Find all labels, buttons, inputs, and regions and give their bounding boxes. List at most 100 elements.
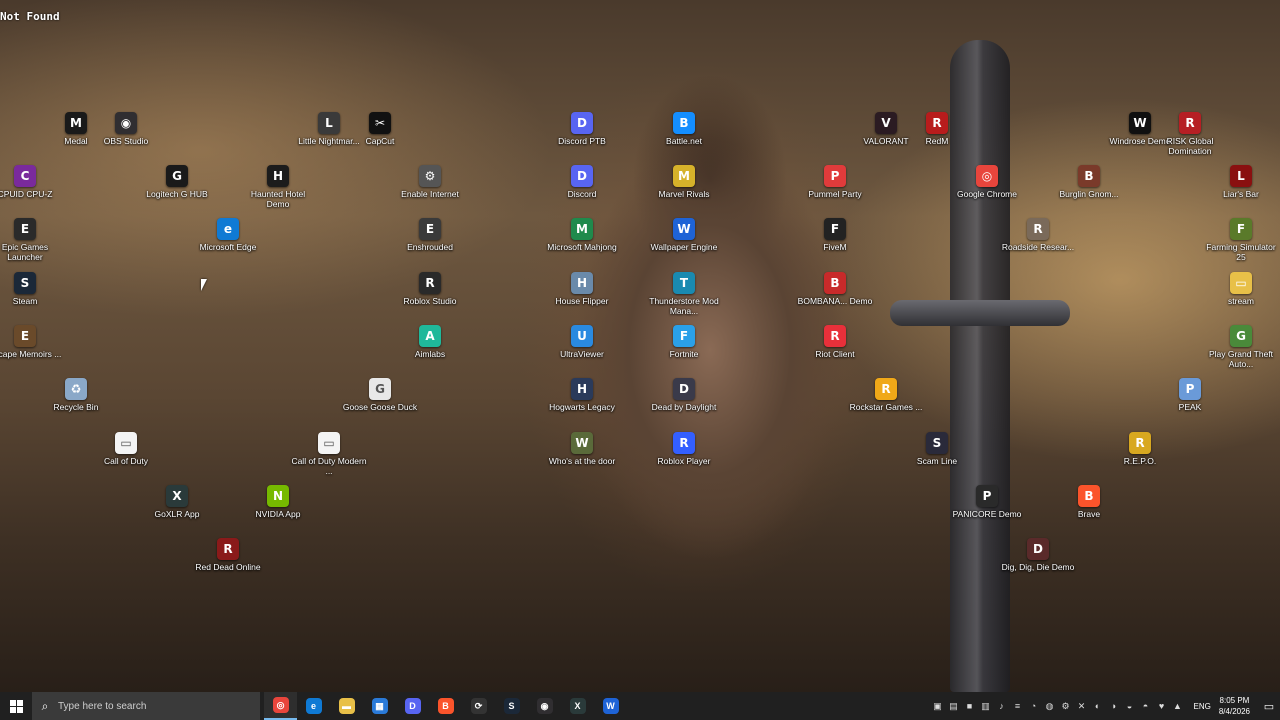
taskbar-goxlr-button[interactable]: X	[561, 692, 594, 720]
desktop-icon[interactable]: E Epic Games Launcher	[0, 218, 63, 262]
desktop-icon[interactable]: D Dead by Daylight	[646, 378, 722, 412]
tray-icon[interactable]: ◑	[1106, 692, 1122, 720]
desktop-icon-label: RISK Global Domination	[1166, 136, 1214, 156]
desktop-icon-label: GoXLR App	[154, 509, 200, 519]
tray-icon[interactable]: ♥	[1154, 692, 1170, 720]
desktop-icon[interactable]: A Aimlabs	[392, 325, 468, 359]
app-icon: W	[571, 432, 593, 454]
app-icon: L	[1230, 165, 1252, 187]
tray-icon[interactable]: ▤	[946, 692, 962, 720]
tray-icon[interactable]: ◔	[1026, 692, 1042, 720]
tray-icon[interactable]: ♪	[994, 692, 1010, 720]
desktop-icon[interactable]: M Marvel Rivals	[646, 165, 722, 199]
desktop-icon[interactable]: F Farming Simulator 25	[1203, 218, 1279, 262]
desktop-icon[interactable]: R RedM	[899, 112, 975, 146]
desktop-icon[interactable]: H House Flipper	[544, 272, 620, 306]
desktop-icon[interactable]: D Discord	[544, 165, 620, 199]
start-button[interactable]	[0, 692, 32, 720]
tray-icon[interactable]: ■	[962, 692, 978, 720]
desktop-icon[interactable]: R Red Dead Online	[190, 538, 266, 572]
tray-icon[interactable]: ⚙	[1058, 692, 1074, 720]
desktop-icon[interactable]: H Hogwarts Legacy	[544, 378, 620, 412]
wallpaper-engine-icon: W	[602, 698, 619, 714]
desktop-icon-label: Thunderstore Mod Mana...	[649, 296, 719, 316]
desktop-icon[interactable]: P PANICORE Demo	[949, 485, 1025, 519]
desktop-icon[interactable]: B Burglin Gnom...	[1051, 165, 1127, 199]
desktop-icon[interactable]: R Roadside Resear...	[1000, 218, 1076, 252]
taskbar-sync-button[interactable]: ⟳	[462, 692, 495, 720]
desktop-icon[interactable]: U UltraViewer	[544, 325, 620, 359]
tray-icon[interactable]: ▲	[1170, 692, 1186, 720]
desktop-icon[interactable]: L Liar's Bar	[1203, 165, 1279, 199]
desktop-icon[interactable]: R R.E.P.O.	[1102, 432, 1178, 466]
desktop-icon[interactable]: ◉ OBS Studio	[88, 112, 164, 146]
taskbar-file-explorer-button[interactable]: ▬	[330, 692, 363, 720]
taskbar-wallpaper-engine-button[interactable]: W	[594, 692, 627, 720]
desktop-icon[interactable]: ♻ Recycle Bin	[38, 378, 114, 412]
tray-icon[interactable]: ◐	[1090, 692, 1106, 720]
desktop-icon[interactable]: D Dig, Dig, Die Demo	[1000, 538, 1076, 572]
desktop-icon[interactable]: ◎ Google Chrome	[949, 165, 1025, 199]
desktop-icon-label: RedM	[925, 136, 949, 146]
tray-icon[interactable]: ✕	[1074, 692, 1090, 720]
app-icon: H	[571, 272, 593, 294]
desktop-icon[interactable]: S Steam	[0, 272, 63, 306]
desktop-icon[interactable]: R Rockstar Games ...	[848, 378, 924, 412]
taskbar-discord-button[interactable]: D	[396, 692, 429, 720]
desktop-icon[interactable]: G Play Grand Theft Auto...	[1203, 325, 1279, 369]
taskbar-microsoft-store-button[interactable]: ▦	[363, 692, 396, 720]
desktop-icon[interactable]: B Battle.net	[646, 112, 722, 146]
tray-icon[interactable]: ◒	[1122, 692, 1138, 720]
steam-icon: S	[503, 698, 520, 714]
taskbar-search[interactable]: ⌕ Type here to search	[32, 692, 260, 720]
desktop-icon[interactable]: R RISK Global Domination	[1152, 112, 1228, 156]
clock[interactable]: 8:05 PM 8/4/2026	[1219, 695, 1250, 717]
tray-icon[interactable]: ◓	[1138, 692, 1154, 720]
desktop-icon[interactable]: ▭ Call of Duty Modern ...	[291, 432, 367, 476]
desktop-icon[interactable]: e Microsoft Edge	[190, 218, 266, 252]
taskbar-chrome-button[interactable]: ◎	[264, 692, 297, 720]
desktop-icon[interactable]: B Brave	[1051, 485, 1127, 519]
desktop-icon[interactable]: P PEAK	[1152, 378, 1228, 412]
app-icon: P	[824, 165, 846, 187]
desktop-icon[interactable]: C CPUID CPU-Z	[0, 165, 63, 199]
desktop-icon[interactable]: ⚙ Enable Internet	[392, 165, 468, 199]
desktop-icon[interactable]: P Pummel Party	[797, 165, 873, 199]
desktop-icon[interactable]: R Roblox Studio	[392, 272, 468, 306]
desktop-icon[interactable]: W Wallpaper Engine	[646, 218, 722, 252]
desktop-icon[interactable]: F FiveM	[797, 218, 873, 252]
desktop-icon[interactable]: B BOMBANA... Demo	[797, 272, 873, 306]
desktop-icon[interactable]: D Discord PTB	[544, 112, 620, 146]
tray-icon[interactable]: ▣	[930, 692, 946, 720]
desktop-icon[interactable]: F Fortnite	[646, 325, 722, 359]
desktop-icon[interactable]: G Goose Goose Duck	[342, 378, 418, 412]
taskbar-edge-button[interactable]: e	[297, 692, 330, 720]
taskbar-brave-button[interactable]: B	[429, 692, 462, 720]
desktop-icon[interactable]: W Who's at the door	[544, 432, 620, 466]
tray-icon[interactable]: ◍	[1042, 692, 1058, 720]
desktop-icon[interactable]: N NVIDIA App	[240, 485, 316, 519]
app-icon: R	[673, 432, 695, 454]
desktop-icon[interactable]: ▭ stream	[1203, 272, 1279, 306]
desktop-icon[interactable]: E Escape Memoirs ...	[0, 325, 63, 359]
tray-icon[interactable]: ≡	[1010, 692, 1026, 720]
desktop-icon[interactable]: E Enshrouded	[392, 218, 468, 252]
app-icon: B	[1078, 165, 1100, 187]
desktop-icon[interactable]: R Riot Client	[797, 325, 873, 359]
desktop-icon[interactable]: ✂ CapCut	[342, 112, 418, 146]
microsoft-store-icon: ▦	[371, 698, 388, 714]
desktop-icon[interactable]: ▭ Call of Duty	[88, 432, 164, 466]
tray-icon[interactable]: ▥	[978, 692, 994, 720]
desktop-icon[interactable]: X GoXLR App	[139, 485, 215, 519]
desktop-icon[interactable]: H Haunted Hotel Demo	[240, 165, 316, 209]
desktop-icon[interactable]: S Scam Line	[899, 432, 975, 466]
desktop-icon[interactable]: G Logitech G HUB	[139, 165, 215, 199]
notification-icon[interactable]: ▭	[1258, 692, 1280, 720]
desktop-icon[interactable]: M Microsoft Mahjong	[544, 218, 620, 252]
language-indicator[interactable]: ENG	[1194, 702, 1211, 711]
taskbar-obs-button[interactable]: ◉	[528, 692, 561, 720]
desktop-icon[interactable]: T Thunderstore Mod Mana...	[646, 272, 722, 316]
goxlr-icon: X	[569, 698, 586, 714]
desktop-icon[interactable]: R Roblox Player	[646, 432, 722, 466]
taskbar-steam-button[interactable]: S	[495, 692, 528, 720]
